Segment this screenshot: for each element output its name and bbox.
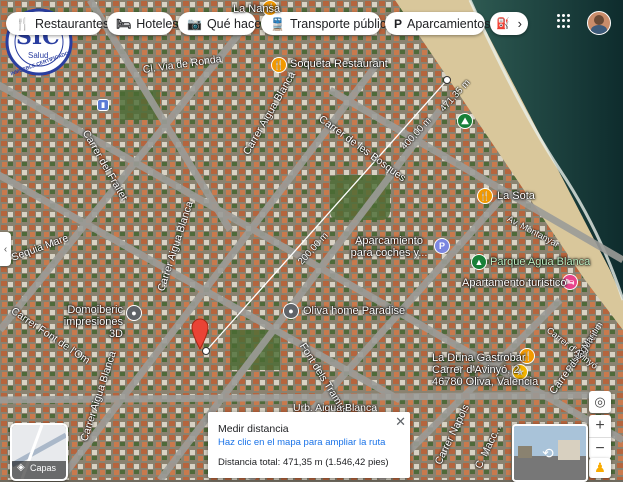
place-label-soqueta[interactable]: Soqueta Restaurant	[290, 58, 388, 70]
zoom-in-button[interactable]: +	[589, 415, 611, 438]
restaurant-pin-icon[interactable]: 🍴	[477, 188, 493, 204]
zoom-controls: + −	[589, 415, 611, 459]
place-label-parking[interactable]: Aparcamiento para coches y...	[345, 235, 433, 259]
minus-icon: −	[595, 439, 605, 457]
place-pin-icon[interactable]: ●	[283, 303, 299, 319]
bed-icon: 🛏	[116, 16, 132, 31]
chip-more[interactable]: ⛽ ›	[490, 12, 528, 35]
fork-knife-icon: 🍴	[15, 16, 30, 31]
place-label-la-sota[interactable]: La Sota	[497, 190, 535, 202]
chip-hoteles[interactable]: 🛏 Hoteles	[107, 12, 179, 35]
collapse-side-panel-button[interactable]: ‹	[0, 232, 11, 266]
bus-stop-icon[interactable]: ▮	[97, 99, 109, 111]
la-duna-name: La Duna Gastrobar	[432, 352, 526, 364]
place-label-apartamento[interactable]: Apartamento turístico	[462, 277, 567, 289]
train-icon: 🚆	[270, 16, 285, 31]
measure-hint[interactable]: Haz clic en el mapa para ampliar la ruta	[218, 437, 385, 448]
poi-green-pin-icon[interactable]: ⛰	[457, 113, 473, 129]
measure-distance-card: Medir distancia Haz clic en el mapa para…	[208, 412, 410, 478]
place-label-parque[interactable]: Parque Agua Blanca	[490, 256, 590, 268]
pegman-icon: ♟	[594, 460, 606, 475]
chip-label: Aparcamientos	[407, 16, 491, 31]
chip-label: Restaurantes	[34, 16, 110, 31]
layers-label: Capas	[30, 463, 57, 473]
chevron-left-icon: ‹	[3, 243, 8, 255]
avatar[interactable]	[587, 11, 611, 35]
place-label-la-duna[interactable]: La Duna Gastrobar Carrer d'Avinyó, 2, 46…	[432, 352, 538, 388]
target-icon: ◎	[594, 394, 606, 409]
chip-aparcamientos[interactable]: P Aparcamientos	[385, 12, 490, 35]
la-duna-addr2: 46780 Oliva, Valencia	[432, 376, 539, 388]
measure-total: Distancia total: 471,35 m (1.546,42 pies…	[218, 457, 389, 468]
chip-restaurantes[interactable]: 🍴 Restaurantes	[6, 12, 109, 35]
my-location-button[interactable]: ◎	[589, 391, 611, 413]
restaurant-pin-icon[interactable]: 🍴	[271, 57, 287, 73]
measure-title: Medir distancia	[218, 423, 289, 435]
chip-label: Transporte público	[289, 16, 394, 31]
zoom-out-button[interactable]: −	[589, 438, 611, 459]
place-label-la-nansa[interactable]: La Nansa	[233, 3, 280, 15]
layers-button[interactable]: ◈ Capas	[10, 423, 68, 481]
rotate-360-icon: ⟲	[542, 445, 554, 461]
apps-grid-icon[interactable]	[557, 14, 571, 28]
layers-stack-icon: ◈	[17, 462, 25, 473]
parking-icon: P	[394, 16, 403, 31]
pegman-button[interactable]: ♟	[589, 458, 611, 478]
la-duna-addr1: Carrer d'Avinyó, 2,	[432, 364, 523, 376]
chip-label: Hoteles	[136, 16, 179, 31]
chip-transporte[interactable]: 🚆 Transporte público	[261, 12, 393, 35]
close-icon[interactable]: ✕	[395, 414, 406, 430]
park-pin-icon[interactable]: ▲	[471, 254, 487, 270]
place-label-oliva-home[interactable]: Oliva home Paradise	[303, 305, 405, 317]
place-pin-icon[interactable]: ●	[126, 305, 142, 321]
chip-que-hacer[interactable]: 📷 Qué hacer	[178, 12, 265, 35]
chevron-right-icon: ›	[517, 16, 522, 31]
gas-station-icon: ⛽	[496, 18, 510, 30]
parking-pin-icon[interactable]: P	[434, 238, 450, 254]
place-label-domoiberic[interactable]: Domoiberic impresiones 3D	[53, 304, 123, 340]
camera-icon: 📷	[187, 16, 202, 31]
street-view-thumbnail[interactable]: ⟲	[512, 424, 588, 482]
plus-icon: +	[595, 417, 605, 434]
chip-label: Qué hacer	[206, 16, 266, 31]
